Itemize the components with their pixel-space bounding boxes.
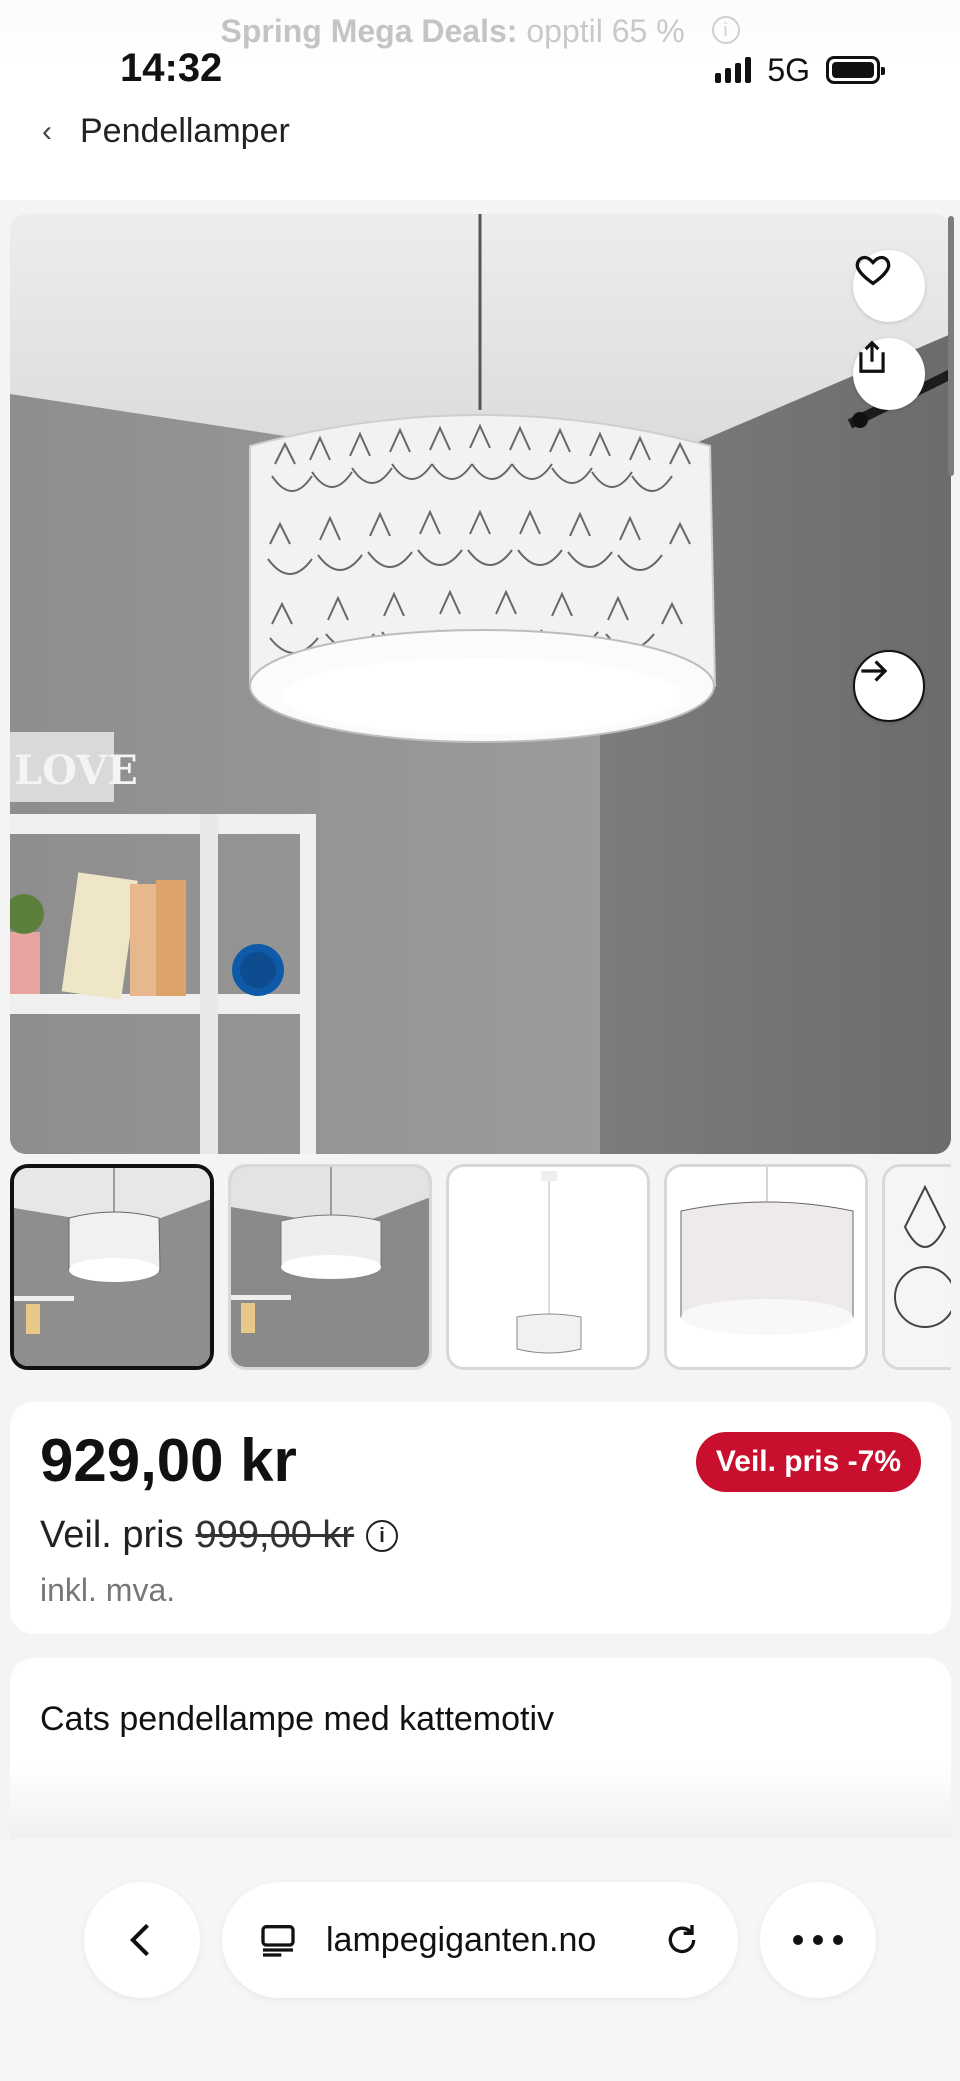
thumbnail-image — [885, 1167, 951, 1367]
chevron-left-icon — [129, 1923, 149, 1957]
reference-price-label: Veil. pris — [40, 1514, 184, 1556]
browser-toolbar: lampegiganten.no — [0, 1842, 960, 2081]
thumbnail-5[interactable] — [882, 1164, 951, 1370]
share-icon — [859, 340, 885, 373]
next-image-button[interactable] — [853, 650, 925, 722]
url-text[interactable]: lampegiganten.no — [326, 1921, 634, 1960]
love-sign-text: LOVE — [14, 747, 138, 794]
thumbnail-2[interactable] — [228, 1164, 432, 1370]
promo-text: opptil 65 % — [526, 13, 685, 49]
more-icon — [793, 1935, 843, 1945]
reference-price-line: Veil. pris 999,00 kr i — [40, 1514, 399, 1557]
more-button[interactable] — [760, 1882, 876, 1998]
product-title: Cats pendellampe med kattemotiv — [40, 1700, 555, 1738]
promo-title: Spring Mega Deals: — [220, 13, 518, 49]
signal-icon — [715, 57, 752, 83]
status-indicators: 5G — [715, 50, 885, 90]
breadcrumb-label[interactable]: Pendellamper — [80, 112, 290, 151]
info-icon[interactable]: i — [711, 16, 740, 44]
favorite-button[interactable] — [853, 250, 925, 322]
product-image[interactable]: LOVE — [10, 214, 951, 1154]
scroll-indicator[interactable] — [948, 216, 954, 476]
thumbnail-image — [231, 1167, 429, 1367]
browser-back-button[interactable] — [84, 1882, 200, 1998]
address-bar[interactable]: lampegiganten.no — [222, 1882, 738, 1998]
price-card: 929,00 kr Veil. pris 999,00 kr i inkl. m… — [10, 1402, 951, 1634]
thumbnail-1[interactable] — [10, 1164, 214, 1370]
thumbnail-3[interactable] — [446, 1164, 650, 1370]
network-label: 5G — [767, 51, 810, 88]
breadcrumb[interactable]: ‹ Pendellamper — [42, 112, 290, 151]
battery-icon — [826, 56, 885, 84]
chevron-left-icon[interactable]: ‹ — [42, 115, 52, 149]
vat-note: inkl. mva. — [40, 1572, 176, 1608]
thumbnail-image — [667, 1167, 865, 1367]
thumbnail-image — [14, 1168, 210, 1366]
arrow-right-icon — [861, 660, 888, 682]
thumbnail-strip — [10, 1164, 951, 1372]
status-time: 14:32 — [120, 46, 223, 90]
current-price: 929,00 kr — [40, 1427, 297, 1494]
product-title-card: Cats pendellampe med kattemotiv — [10, 1658, 951, 1838]
share-button[interactable] — [853, 338, 925, 410]
thumbnail-4[interactable] — [664, 1164, 868, 1370]
heart-icon — [855, 255, 891, 286]
reader-icon[interactable] — [258, 1920, 298, 1960]
info-icon[interactable]: i — [366, 1519, 399, 1552]
top-area: Spring Mega Deals: opptil 65 % i 14:32 5… — [0, 0, 960, 200]
thumbnail-image — [449, 1167, 647, 1367]
lamp-scene-illustration: LOVE — [10, 214, 951, 1154]
discount-badge: Veil. pris -7% — [695, 1432, 921, 1492]
reload-icon[interactable] — [662, 1920, 702, 1960]
reference-price: 999,00 kr — [195, 1514, 355, 1556]
